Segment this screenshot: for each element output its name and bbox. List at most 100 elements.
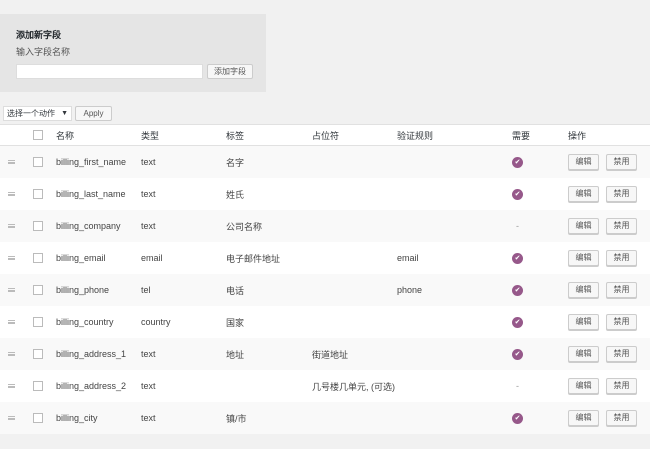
field-name: billing_city (56, 413, 98, 423)
add-field-panel: 添加新字段 输入字段名称 添加字段 (0, 14, 266, 92)
column-header-actions: 操作 (568, 130, 587, 141)
field-placeholder: 街道地址 (312, 349, 349, 360)
drag-handle-icon[interactable] (8, 256, 15, 260)
not-required-dash: - (516, 381, 519, 391)
edit-button[interactable]: 编辑 (568, 378, 599, 394)
field-name: billing_country (56, 317, 114, 327)
column-header-placeholder: 占位符 (312, 130, 340, 141)
field-type: text (141, 157, 156, 167)
not-required-dash: - (516, 221, 519, 231)
field-name: billing_address_1 (56, 349, 127, 359)
row-checkbox[interactable] (33, 381, 43, 391)
row-checkbox[interactable] (33, 221, 43, 231)
column-header-type: 类型 (141, 130, 160, 141)
field-name: billing_first_name (56, 157, 127, 167)
disable-button[interactable]: 禁用 (606, 282, 637, 298)
field-label: 电子邮件地址 (226, 253, 281, 264)
check-circle-icon: ✔ (512, 156, 523, 168)
field-label: 镇/市 (226, 413, 247, 424)
field-validation: email (397, 253, 419, 263)
table-row: billing_last_name text 姓氏 ✔ 编辑 禁用 (0, 178, 650, 210)
field-name: billing_email (56, 253, 106, 263)
select-all-checkbox[interactable] (33, 130, 43, 140)
disable-button[interactable]: 禁用 (606, 218, 637, 234)
field-label: 名字 (226, 157, 245, 168)
drag-handle-icon[interactable] (8, 224, 15, 228)
drag-handle-icon[interactable] (8, 320, 15, 324)
check-circle-icon: ✔ (512, 412, 523, 424)
chevron-down-icon: ▼ (61, 110, 68, 117)
field-name-input[interactable] (16, 64, 203, 79)
field-name: billing_address_2 (56, 381, 127, 391)
disable-button[interactable]: 禁用 (606, 346, 637, 362)
drag-handle-icon[interactable] (8, 160, 15, 164)
table-row: billing_phone tel 电话 phone ✔ 编辑 禁用 (0, 274, 650, 306)
table-row: billing_email email 电子邮件地址 email ✔ 编辑 禁用 (0, 242, 650, 274)
row-checkbox[interactable] (33, 349, 43, 359)
field-type: text (141, 349, 156, 359)
table-header: 名称 类型 标签 占位符 验证规则 需要 操作 (0, 124, 650, 146)
table-row: billing_country country 国家 ✔ 编辑 禁用 (0, 306, 650, 338)
field-name: billing_phone (56, 285, 110, 295)
check-circle-icon: ✔ (512, 316, 523, 328)
field-validation: phone (397, 285, 423, 295)
drag-handle-icon[interactable] (8, 352, 15, 356)
field-type: text (141, 221, 156, 231)
row-checkbox[interactable] (33, 189, 43, 199)
field-type: tel (141, 285, 151, 295)
row-checkbox[interactable] (33, 157, 43, 167)
row-checkbox[interactable] (33, 285, 43, 295)
disable-button[interactable]: 禁用 (606, 314, 637, 330)
add-field-label: 输入字段名称 (16, 47, 71, 57)
row-checkbox[interactable] (33, 253, 43, 263)
drag-handle-icon[interactable] (8, 288, 15, 292)
column-header-required: 需要 (512, 130, 531, 141)
fields-table: 名称 类型 标签 占位符 验证规则 需要 操作 billing_first_na… (0, 124, 650, 434)
edit-button[interactable]: 编辑 (568, 154, 599, 170)
field-type: text (141, 189, 156, 199)
field-name: billing_company (56, 221, 121, 231)
drag-handle-icon[interactable] (8, 416, 15, 420)
check-circle-icon: ✔ (512, 252, 523, 264)
edit-button[interactable]: 编辑 (568, 218, 599, 234)
field-label: 电话 (226, 285, 245, 296)
field-label: 公司名称 (226, 221, 263, 232)
field-name: billing_last_name (56, 189, 126, 199)
row-checkbox[interactable] (33, 317, 43, 327)
edit-button[interactable]: 编辑 (568, 282, 599, 298)
edit-button[interactable]: 编辑 (568, 250, 599, 266)
field-label: 姓氏 (226, 189, 245, 200)
apply-button[interactable]: Apply (75, 106, 112, 121)
column-header-name[interactable]: 名称 (56, 125, 74, 145)
edit-button[interactable]: 编辑 (568, 186, 599, 202)
field-label: 国家 (226, 317, 245, 328)
drag-handle-icon[interactable] (8, 192, 15, 196)
field-type: email (141, 253, 163, 263)
edit-button[interactable]: 编辑 (568, 346, 599, 362)
field-placeholder: 几号楼几单元, (可选) (312, 381, 395, 392)
disable-button[interactable]: 禁用 (606, 154, 637, 170)
check-circle-icon: ✔ (512, 188, 523, 200)
table-row: billing_city text 镇/市 ✔ 编辑 禁用 (0, 402, 650, 434)
row-checkbox[interactable] (33, 413, 43, 423)
field-type: country (141, 317, 171, 327)
field-type: text (141, 413, 156, 423)
add-field-button[interactable]: 添加字段 (207, 64, 253, 79)
check-circle-icon: ✔ (512, 284, 523, 296)
disable-button[interactable]: 禁用 (606, 250, 637, 266)
bulk-action-value: 选择一个动作 (7, 109, 55, 118)
table-row: billing_address_2 text 几号楼几单元, (可选) - 编辑 禁用 (0, 370, 650, 402)
edit-button[interactable]: 编辑 (568, 410, 599, 426)
bulk-action-select[interactable]: 选择一个动作 ▼ (3, 106, 72, 121)
table-row: billing_first_name text 名字 ✔ 编辑 禁用 (0, 146, 650, 178)
check-circle-icon: ✔ (512, 348, 523, 360)
add-field-title: 添加新字段 (16, 30, 62, 40)
edit-button[interactable]: 编辑 (568, 314, 599, 330)
drag-handle-icon[interactable] (8, 384, 15, 388)
disable-button[interactable]: 禁用 (606, 410, 637, 426)
disable-button[interactable]: 禁用 (606, 186, 637, 202)
table-body: billing_first_name text 名字 ✔ 编辑 禁用 billing_las… (0, 146, 650, 434)
column-header-label: 标签 (226, 130, 245, 141)
table-row: billing_address_1 text 地址 街道地址 ✔ 编辑 禁用 (0, 338, 650, 370)
disable-button[interactable]: 禁用 (606, 378, 637, 394)
